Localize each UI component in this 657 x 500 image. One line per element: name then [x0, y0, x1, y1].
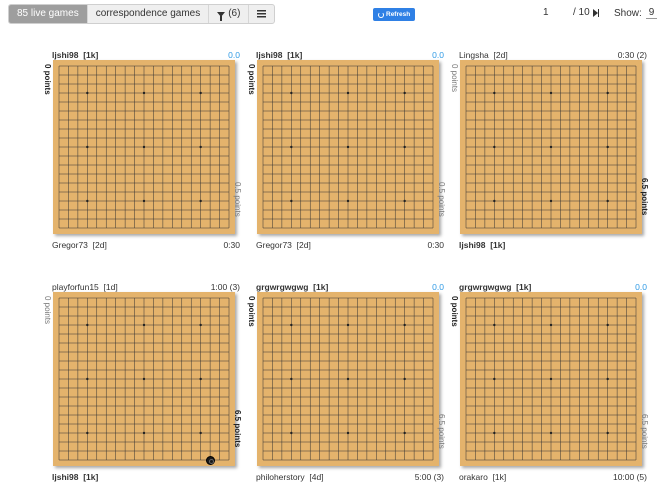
tab-live-games-label: 85 live games — [17, 8, 79, 19]
black-player[interactable]: ljshi98 [1k] — [256, 50, 302, 60]
game-card[interactable]: grgwrgwgwg [1k] 0.0 0 points 6.5 points … — [247, 282, 446, 482]
board-grid — [262, 65, 434, 229]
refresh-button[interactable]: Refresh — [373, 8, 416, 21]
board-grid — [58, 65, 230, 229]
game-card[interactable]: ljshi98 [1k] 0.0 0 points 0.5 points Gre… — [43, 50, 242, 250]
black-score: 0 points — [43, 296, 52, 325]
white-player[interactable]: ljshi98 [1k] — [459, 240, 505, 250]
page-current-input[interactable]: 1 — [543, 7, 553, 18]
black-clock: 0:30 (2) — [617, 50, 647, 60]
go-board[interactable] — [53, 292, 235, 466]
refresh-label: Refresh — [386, 11, 411, 18]
board-grid — [465, 297, 637, 461]
board-grid — [465, 65, 637, 229]
black-player-name: Lingsha — [459, 50, 489, 60]
pagination: 1 / 10 — [543, 7, 600, 18]
black-score: 0 points — [450, 64, 459, 93]
white-player-rank: [1k] — [490, 240, 506, 250]
white-player-name: ljshi98 — [459, 240, 486, 250]
white-score: 0.5 points — [437, 182, 446, 217]
last-page-icon[interactable] — [592, 8, 600, 17]
go-board[interactable] — [460, 292, 642, 466]
white-player-name: ljshi98 — [52, 472, 79, 482]
black-score: 0 points — [247, 296, 256, 327]
list-view-button[interactable] — [249, 5, 274, 23]
game-card[interactable]: ljshi98 [1k] 0.0 0 points 0.5 points Gre… — [247, 50, 446, 250]
white-player-name: Gregor73 — [256, 240, 292, 250]
white-player[interactable]: philoherstory [4d] — [256, 472, 324, 482]
white-clock: 0:30 — [223, 240, 240, 250]
page-total: / 10 — [573, 7, 590, 18]
black-player-rank: [1k] — [83, 50, 99, 60]
black-player-rank: [1k] — [313, 282, 329, 292]
black-clock: 0.0 — [635, 282, 647, 292]
black-stone — [205, 455, 215, 465]
game-card[interactable]: Lingsha [2d] 0:30 (2) 0 points 6.5 point… — [450, 50, 649, 250]
black-player-name: grgwrgwgwg — [459, 282, 512, 292]
show-label: Show: — [614, 7, 642, 19]
black-player[interactable]: Lingsha [2d] — [459, 50, 508, 60]
black-player-name: ljshi98 — [52, 50, 79, 60]
white-player[interactable]: orakaro [1k] — [459, 472, 506, 482]
black-player-rank: [1d] — [103, 282, 118, 292]
white-score: 6.5 points — [640, 178, 649, 216]
white-player-name: Gregor73 — [52, 240, 88, 250]
white-clock: 5:00 (3) — [414, 472, 444, 482]
white-score: 6.5 points — [640, 414, 649, 449]
tab-live-games[interactable]: 85 live games — [9, 5, 88, 23]
black-player-rank: [1k] — [287, 50, 303, 60]
game-filter-tabs: 85 live games correspondence games (6) — [8, 4, 276, 24]
black-score: 0 points — [43, 64, 52, 95]
black-player[interactable]: grgwrgwgwg [1k] — [459, 282, 531, 292]
board-grid — [58, 297, 230, 461]
black-player[interactable]: ljshi98 [1k] — [52, 50, 98, 60]
white-clock: 0:30 — [427, 240, 444, 250]
white-player[interactable]: Gregor73 [2d] — [256, 240, 311, 250]
go-board[interactable] — [53, 60, 235, 234]
white-player-name: philoherstory — [256, 472, 305, 482]
black-score: 0 points — [450, 296, 459, 327]
white-score: 6.5 points — [233, 410, 242, 448]
go-board[interactable] — [257, 292, 439, 466]
black-clock: 0.0 — [432, 282, 444, 292]
white-player-rank: [2d] — [296, 240, 311, 250]
white-player-rank: [2d] — [92, 240, 107, 250]
toolbar: 85 live games correspondence games (6) R… — [0, 0, 657, 28]
filter-icon — [217, 11, 226, 21]
white-player-rank: [1k] — [83, 472, 99, 482]
white-player[interactable]: ljshi98 [1k] — [52, 472, 98, 482]
go-board[interactable] — [460, 60, 642, 234]
game-card[interactable]: grgwrgwgwg [1k] 0.0 0 points 6.5 points … — [450, 282, 649, 482]
tab-correspondence-label: correspondence games — [95, 8, 201, 19]
white-player-name: orakaro — [459, 472, 488, 482]
show-count-input[interactable]: 9 — [645, 7, 657, 19]
tab-correspondence-games[interactable]: correspondence games — [88, 5, 210, 23]
black-player[interactable]: grgwrgwgwg [1k] — [256, 282, 328, 292]
black-player-name: playforfun15 — [52, 282, 99, 292]
black-player[interactable]: playforfun15 [1d] — [52, 282, 118, 292]
refresh-icon — [378, 11, 384, 18]
white-score: 0.5 points — [233, 182, 242, 217]
white-clock: 10:00 (5) — [612, 472, 647, 482]
filter-count: (6) — [228, 8, 241, 19]
black-player-rank: [2d] — [493, 50, 508, 60]
white-player[interactable]: Gregor73 [2d] — [52, 240, 107, 250]
game-card[interactable]: playforfun15 [1d] 1:00 (3) 0 points 6.5 … — [43, 282, 242, 482]
list-icon — [257, 10, 267, 18]
black-clock: 1:00 (3) — [210, 282, 240, 292]
show-count: Show: 9 — [614, 7, 657, 19]
filter-button[interactable]: (6) — [209, 5, 250, 23]
black-clock: 0.0 — [432, 50, 444, 60]
black-player-name: grgwrgwgwg — [256, 282, 309, 292]
go-board[interactable] — [257, 60, 439, 234]
white-score: 6.5 points — [437, 414, 446, 449]
black-player-rank: [1k] — [516, 282, 532, 292]
board-grid — [262, 297, 434, 461]
white-player-rank: [4d] — [309, 472, 324, 482]
black-score: 0 points — [247, 64, 256, 95]
black-player-name: ljshi98 — [256, 50, 283, 60]
black-clock: 0.0 — [228, 50, 240, 60]
white-player-rank: [1k] — [492, 472, 507, 482]
